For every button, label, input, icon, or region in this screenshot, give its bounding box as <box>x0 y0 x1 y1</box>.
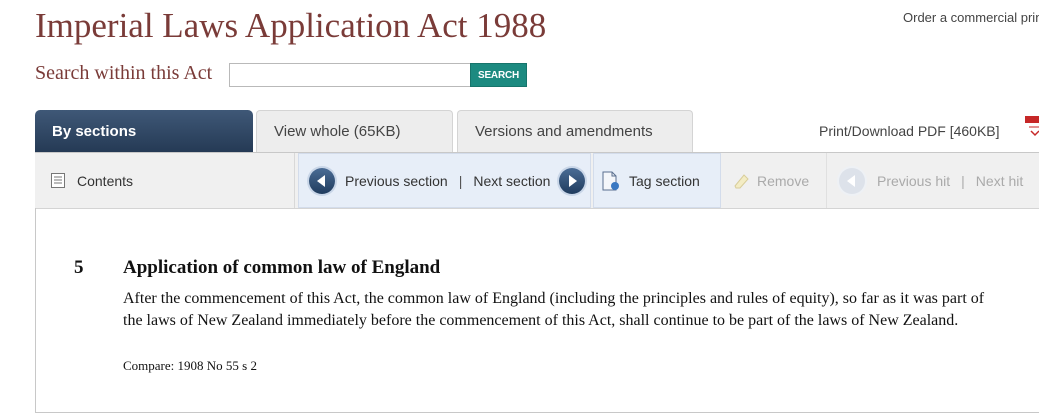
search-label: Search within this Act <box>35 62 213 84</box>
tag-section-button[interactable]: Tag section <box>593 153 721 208</box>
tab-by-sections-label: By sections <box>52 122 137 140</box>
previous-hit-link[interactable]: Previous hit <box>877 173 950 189</box>
pdf-icon[interactable] <box>1023 116 1039 140</box>
arrow-left-circle-icon[interactable] <box>839 167 865 194</box>
arrow-left-circle-icon[interactable] <box>309 167 335 194</box>
arrow-right-circle-icon[interactable] <box>559 167 586 194</box>
tab-view-whole-label: View whole (65KB) <box>274 123 401 140</box>
search-button[interactable]: SEARCH <box>470 63 527 87</box>
remove-label: Remove <box>757 172 810 189</box>
order-commercial-print-link[interactable]: Order a commercial prin <box>903 10 1039 25</box>
section-body: After the commencement of this Act, the … <box>123 290 985 329</box>
hit-separator: | <box>961 172 965 189</box>
next-hit-link[interactable]: Next hit <box>976 173 1023 189</box>
hit-navigation: Previous hit | Next hit <box>831 153 1039 208</box>
tag-section-label: Tag section <box>629 172 700 189</box>
section-heading: Application of common law of England <box>123 257 441 278</box>
eraser-icon <box>734 173 749 188</box>
nav-separator: | <box>458 172 463 189</box>
contents-label: Contents <box>77 172 134 189</box>
previous-section-link[interactable]: Previous section <box>345 173 448 189</box>
section-toolbar: Contents Previous section | Next section… <box>35 153 1039 209</box>
tag-document-icon <box>602 171 619 190</box>
tab-versions-label: Versions and amendments <box>475 123 653 140</box>
remove-button[interactable]: Remove <box>725 153 827 208</box>
print-download-pdf-link[interactable]: Print/Download PDF [460KB] <box>819 123 1000 139</box>
contents-button[interactable]: Contents <box>35 153 295 208</box>
search-input[interactable] <box>229 63 475 87</box>
tab-view-whole[interactable]: View whole (65KB) <box>256 110 453 152</box>
tab-versions-and-amendments[interactable]: Versions and amendments <box>457 110 693 152</box>
page-title: Imperial Laws Application Act 1988 <box>35 6 547 45</box>
tab-by-sections[interactable]: By sections <box>35 110 253 152</box>
next-section-link[interactable]: Next section <box>473 173 550 189</box>
document-icon <box>51 173 65 188</box>
compare-note: Compare: 1908 No 55 s 2 <box>123 358 257 373</box>
section-navigation: Previous section | Next section <box>298 153 591 208</box>
section-number: 5 <box>74 257 84 278</box>
